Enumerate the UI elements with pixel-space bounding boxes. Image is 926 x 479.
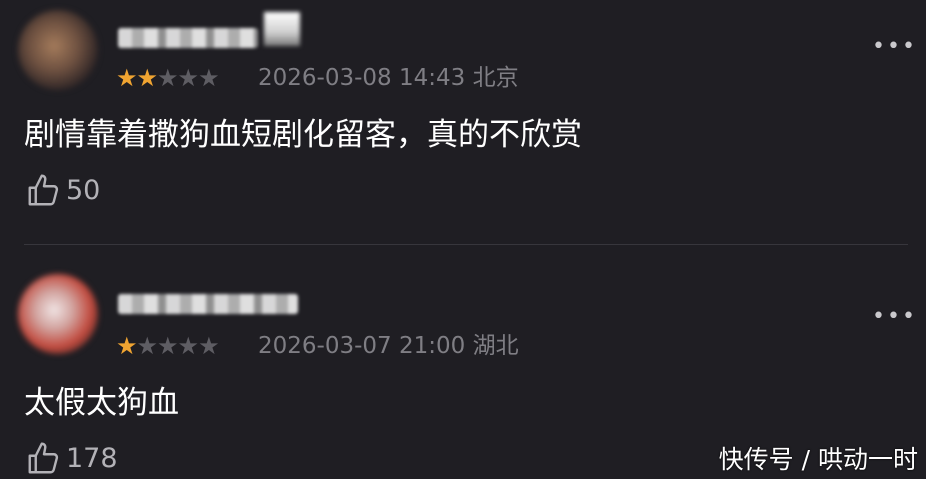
username-blurred[interactable] bbox=[118, 294, 298, 314]
thumbs-up-icon bbox=[28, 174, 59, 206]
thumbs-up-icon bbox=[28, 442, 59, 474]
user-badge-blurred bbox=[264, 12, 300, 46]
comment-text: 剧情靠着撒狗血短剧化留客，真的不欣赏 bbox=[24, 117, 582, 153]
avatar[interactable] bbox=[18, 10, 98, 90]
like-count: 178 bbox=[66, 442, 118, 474]
star-filled-icon: ★ bbox=[116, 332, 137, 360]
watermark: 快传号 / 哄动一时 bbox=[718, 445, 918, 474]
star-rating: ★★★★★ bbox=[116, 64, 220, 92]
star-empty-icon: ★★★★ bbox=[136, 332, 220, 360]
more-options-icon[interactable]: ••• bbox=[872, 306, 917, 328]
like-button[interactable]: 178 bbox=[26, 440, 118, 476]
star-empty-icon: ★★★ bbox=[157, 64, 220, 92]
comment-text: 太假太狗血 bbox=[24, 385, 179, 421]
more-options-icon[interactable]: ••• bbox=[872, 36, 917, 58]
like-count: 50 bbox=[66, 174, 101, 206]
like-button[interactable]: 50 bbox=[26, 172, 100, 208]
comment-meta: 2026-03-07 21:00 湖北 bbox=[258, 333, 519, 359]
comment-meta: 2026-03-08 14:43 北京 bbox=[258, 65, 519, 91]
avatar[interactable] bbox=[18, 274, 98, 354]
divider bbox=[24, 244, 908, 245]
star-filled-icon: ★★ bbox=[116, 64, 158, 92]
username-blurred[interactable] bbox=[118, 28, 258, 48]
star-rating: ★★★★★ bbox=[116, 332, 220, 360]
